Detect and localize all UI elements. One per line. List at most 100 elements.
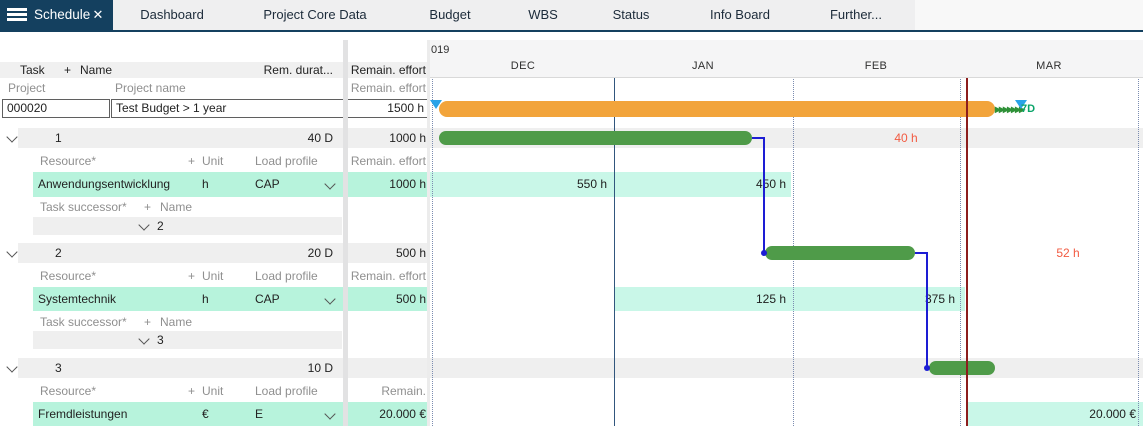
resource-label: Resource* xyxy=(40,268,96,284)
unit-label: Unit xyxy=(202,383,223,399)
add-column-button[interactable]: + xyxy=(64,62,71,78)
load-profile-select[interactable]: CAP xyxy=(255,287,280,311)
schedule-app: Schedule ✕ Dashboard Project Core Data B… xyxy=(0,0,1143,426)
successor-name-label: Name xyxy=(160,314,192,330)
tab-bar: Schedule ✕ Dashboard Project Core Data B… xyxy=(0,0,1143,30)
successor-row[interactable] xyxy=(33,217,342,235)
project-name-label: Project name xyxy=(115,81,186,96)
collapse-task-icon[interactable] xyxy=(6,361,17,372)
tab-wbs[interactable]: WBS xyxy=(528,0,558,30)
task-id: 1 xyxy=(55,128,62,148)
dependency-link xyxy=(763,137,765,253)
resource-load-value: 375 h xyxy=(873,287,955,311)
resource-effort-value[interactable]: 1000 h xyxy=(350,172,426,197)
task-id: 2 xyxy=(55,243,62,263)
menu-icon[interactable] xyxy=(7,8,27,21)
resource-effort-label: Remain. effort xyxy=(350,153,426,169)
gantt-task-row-band xyxy=(430,358,1143,378)
resource-unit-field[interactable]: € xyxy=(202,402,209,426)
overload-label: 40 h xyxy=(876,128,936,148)
successor-row[interactable] xyxy=(33,331,342,349)
task-successor-label: Task successor* xyxy=(40,199,127,215)
project-id-field[interactable]: 000020 xyxy=(2,99,110,118)
resource-label: Resource* xyxy=(40,153,96,169)
resource-load-value: 125 h xyxy=(704,287,786,311)
resource-unit-field[interactable]: h xyxy=(202,287,209,311)
task-id: 3 xyxy=(55,358,62,378)
resource-name-field[interactable]: Systemtechnik xyxy=(38,287,116,311)
project-effort-label: Remain. effort xyxy=(350,81,426,96)
tab-project-core-data[interactable]: Project Core Data xyxy=(263,0,366,30)
col-header-effort: Remain. effort xyxy=(350,62,426,78)
col-header-duration: Rem. durat... xyxy=(240,62,333,78)
add-resource-column-button[interactable]: + xyxy=(188,153,195,169)
col-header-task: Task xyxy=(20,62,45,78)
tab-schedule-label: Schedule xyxy=(34,0,90,30)
project-name-field[interactable]: Test Budget > 1 year xyxy=(111,99,344,118)
today-line xyxy=(966,72,968,426)
load-profile-select[interactable]: CAP xyxy=(255,172,280,197)
add-successor-button[interactable]: + xyxy=(144,199,151,215)
task-bar[interactable] xyxy=(765,246,915,260)
load-profile-label: Load profile xyxy=(255,383,318,399)
resource-costs-value[interactable]: 20.000 € xyxy=(350,402,426,426)
load-profile-label: Load profile xyxy=(255,268,318,284)
timescale-month-jan: JAN xyxy=(692,60,714,72)
collapse-task-icon[interactable] xyxy=(6,246,17,257)
resource-label: Resource* xyxy=(40,383,96,399)
column-separator xyxy=(343,40,348,426)
task-bar[interactable] xyxy=(439,131,752,145)
task-row[interactable] xyxy=(18,358,428,378)
project-summary-bar[interactable] xyxy=(439,101,995,117)
task-successor-label: Task successor* xyxy=(40,314,127,330)
tab-dashboard[interactable]: Dashboard xyxy=(140,0,204,30)
project-id-label: Project xyxy=(8,81,45,96)
task-bar[interactable] xyxy=(929,361,995,375)
add-resource-column-button[interactable]: + xyxy=(188,268,195,284)
resource-effort-value[interactable]: 500 h xyxy=(350,287,426,311)
tab-status[interactable]: Status xyxy=(613,0,650,30)
tab-bar-underline xyxy=(0,30,1143,32)
unit-label: Unit xyxy=(202,268,223,284)
project-start-milestone-icon[interactable] xyxy=(430,100,442,109)
close-icon[interactable]: ✕ xyxy=(88,0,108,30)
load-profile-select[interactable]: E xyxy=(255,402,263,426)
buffer-duration-label: 7D xyxy=(1021,103,1035,115)
resource-load-value: 550 h xyxy=(525,172,607,197)
resource-unit-field[interactable]: h xyxy=(202,172,209,197)
resource-costs-gantt-value: 20.000 € xyxy=(990,402,1136,426)
resource-load-value: 450 h xyxy=(704,172,786,197)
tab-budget[interactable]: Budget xyxy=(429,0,470,30)
gridline-jan xyxy=(614,72,615,426)
gridline-apr xyxy=(1138,72,1139,426)
timescale-month-mar: MAR xyxy=(1036,60,1062,72)
task-duration: 10 D xyxy=(240,358,333,378)
gridline-chart-start xyxy=(432,72,433,426)
add-resource-column-button[interactable]: + xyxy=(188,383,195,399)
tab-info-board[interactable]: Info Board xyxy=(710,0,770,30)
dependency-link xyxy=(926,252,928,366)
task-duration: 20 D xyxy=(240,243,333,263)
tab-further[interactable]: Further... xyxy=(830,0,882,30)
resource-name-field[interactable]: Anwendungsentwicklung xyxy=(38,172,170,197)
add-successor-button[interactable]: + xyxy=(144,314,151,330)
gantt-timescale: 019 DEC JAN FEB MAR xyxy=(430,40,1143,78)
overload-label: 52 h xyxy=(1038,243,1098,263)
collapse-task-icon[interactable] xyxy=(6,131,17,142)
timescale-month-feb: FEB xyxy=(865,60,888,72)
pane-separator[interactable] xyxy=(427,40,430,426)
task-effort: 500 h xyxy=(350,243,426,263)
dependency-anchor xyxy=(761,250,767,256)
gantt-chart: 019 DEC JAN FEB MAR 550 h 450 h 125 h 37… xyxy=(430,0,1143,426)
col-header-name: Name xyxy=(80,62,112,78)
tab-schedule[interactable]: Schedule ✕ xyxy=(0,0,113,30)
resource-name-field[interactable]: Fremdleistungen xyxy=(38,402,127,426)
timescale-month-dec: DEC xyxy=(511,60,535,72)
load-profile-label: Load profile xyxy=(255,153,318,169)
successor-id: 3 xyxy=(157,331,164,349)
unit-label: Unit xyxy=(202,153,223,169)
successor-id: 2 xyxy=(157,217,164,235)
task-duration: 40 D xyxy=(240,128,333,148)
project-effort-field[interactable]: 1500 h xyxy=(347,99,429,118)
timescale-year: 019 xyxy=(431,44,449,56)
